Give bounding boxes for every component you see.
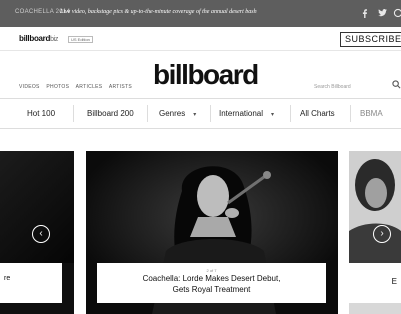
carousel-slide-active[interactable]: 2 of 7 Coachella: Lorde Makes Desert Deb…	[86, 151, 338, 314]
nav-all-charts[interactable]: All Charts	[300, 99, 335, 128]
nav-divider	[290, 105, 291, 122]
slide-pager: 2 of 7	[206, 268, 217, 273]
promo-headline[interactable]: Live video, backstage pics & up-to-the-m…	[60, 9, 257, 15]
slide-image	[0, 151, 74, 263]
carousel-prev-icon[interactable]: ‹	[32, 225, 50, 243]
nav-label: Hot 100	[27, 109, 56, 118]
top-link-artists[interactable]: ARTISTS	[109, 84, 132, 90]
chevron-down-icon: ▾	[193, 112, 197, 118]
nav-divider	[350, 105, 351, 122]
social-icon[interactable]	[393, 8, 401, 18]
nav-label: All Charts	[300, 109, 335, 118]
hero-carousel: ‹ re 2 of 7 Coachella: Lorde Makes Deser…	[0, 151, 401, 314]
top-links: VIDEOS PHOTOS ARTICLES ARTISTS	[19, 84, 137, 90]
nav-genres[interactable]: Genres ▾	[159, 99, 196, 128]
promo-bar[interactable]: COACHELLA 2014 Live video, backstage pic…	[0, 0, 401, 27]
site-header: VIDEOS PHOTOS ARTICLES ARTISTS billboard…	[0, 51, 401, 98]
nav-bbma[interactable]: BBMA	[360, 99, 383, 128]
slide-title: E	[391, 277, 397, 286]
nav-label: International	[219, 109, 264, 118]
slide-image	[349, 151, 401, 263]
billboard-biz-logo[interactable]: billboardbiz	[19, 34, 58, 43]
slide-caption[interactable]: 2 of 7 Coachella: Lorde Makes Desert Deb…	[97, 263, 326, 303]
nav-international[interactable]: International ▾	[219, 99, 274, 128]
brand-strip: billboardbiz US Edition SUBSCRIBE	[0, 27, 401, 51]
slide-title-line1: Coachella: Lorde Makes Desert Debut,	[142, 274, 281, 283]
carousel-next-icon[interactable]: ›	[373, 225, 391, 243]
top-link-photos[interactable]: PHOTOS	[46, 84, 69, 90]
subscribe-button[interactable]: SUBSCRIBE	[340, 32, 401, 47]
nav-label: BBMA	[360, 109, 383, 118]
biz-logo-main: billboard	[19, 34, 51, 43]
search-input[interactable]: Search Billboard	[314, 84, 351, 90]
nav-label: Billboard 200	[87, 109, 134, 118]
twitter-icon[interactable]	[378, 9, 387, 17]
slide-caption: E	[349, 263, 401, 303]
chevron-down-icon: ▾	[271, 112, 275, 118]
search-icon[interactable]	[392, 80, 401, 89]
facebook-icon[interactable]	[361, 9, 368, 18]
carousel-slide-prev[interactable]: ‹ re	[0, 151, 74, 314]
chart-nav: Hot 100 Billboard 200 Genres ▾ Internatio…	[0, 98, 401, 129]
nav-divider	[210, 105, 211, 122]
nav-divider	[73, 105, 74, 122]
biz-logo-suffix: biz	[50, 36, 59, 43]
slide-caption: re	[0, 263, 62, 303]
billboard-logo[interactable]: billboard	[153, 61, 259, 89]
nav-billboard-200[interactable]: Billboard 200	[87, 99, 134, 128]
top-link-articles[interactable]: ARTICLES	[76, 84, 103, 90]
nav-hot-100[interactable]: Hot 100	[27, 99, 55, 128]
nav-label: Genres	[159, 109, 186, 118]
slide-title-line2: Gets Royal Treatment	[172, 285, 251, 294]
nav-divider	[147, 105, 148, 122]
carousel-slide-next[interactable]: › E	[349, 151, 401, 314]
edition-selector[interactable]: US Edition	[68, 36, 93, 43]
top-link-videos[interactable]: VIDEOS	[19, 84, 40, 90]
slide-title: re	[4, 275, 11, 282]
